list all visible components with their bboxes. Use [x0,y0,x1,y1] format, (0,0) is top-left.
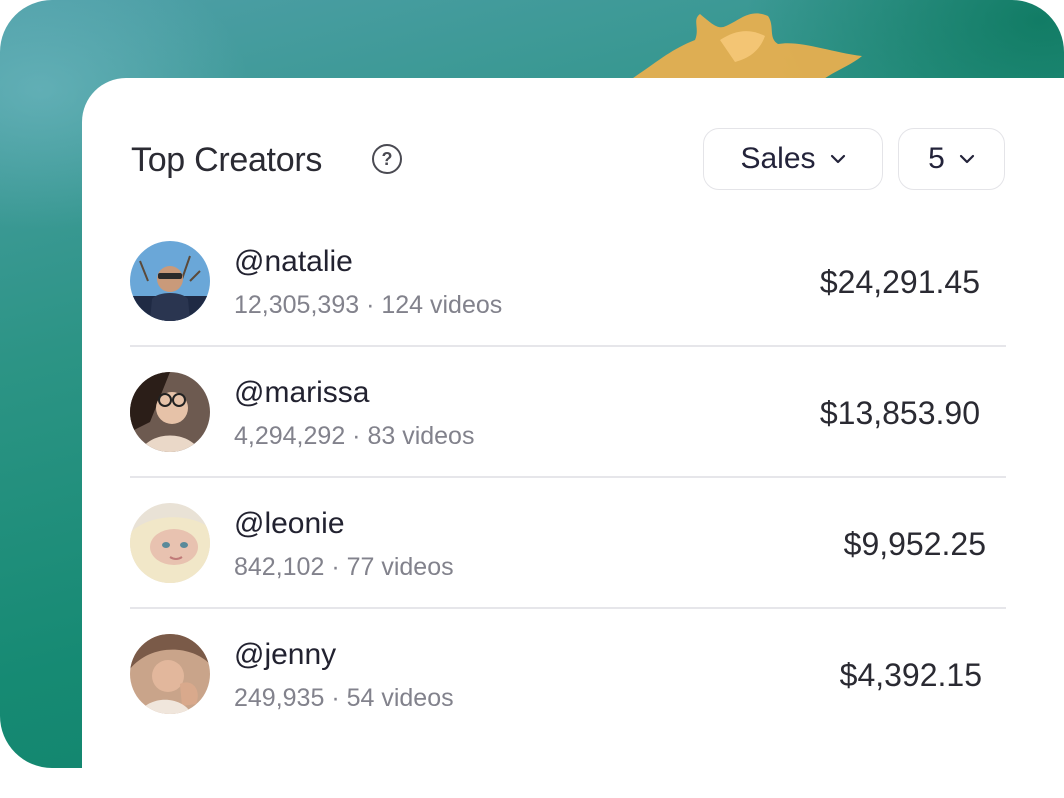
creator-stats: 4,294,292 · 83 videos [234,420,474,452]
creator-row[interactable]: @natalie 12,305,393 · 124 videos $24,291… [130,218,1006,348]
creator-handle[interactable]: @jenny [234,637,336,673]
card-title: Top Creators [131,141,323,179]
separator: · [324,684,347,712]
follower-count: 249,935 [234,684,325,712]
avatar [130,372,210,452]
metric-dropdown[interactable]: Sales [703,128,883,190]
creator-handle[interactable]: @marissa [234,375,369,411]
creator-row[interactable]: @marissa 4,294,292 · 83 videos $13,853.9… [130,349,1006,479]
question-circle-icon[interactable]: ? [372,144,402,174]
sales-amount: $13,853.90 [819,395,980,431]
follower-count: 4,294,292 [234,422,346,450]
chevron-down-icon [959,154,974,164]
creator-stats: 12,305,393 · 124 videos [234,289,502,321]
row-divider [130,607,1006,609]
row-divider [130,345,1006,347]
count-dropdown-value: 5 [928,142,945,175]
follower-count: 842,102 [234,553,325,581]
creator-stats: 842,102 · 77 videos [234,551,454,583]
metric-dropdown-value: Sales [740,142,816,175]
creator-row[interactable]: @jenny 249,935 · 54 videos $4,392.15 [130,611,1006,741]
video-count: 77 videos [346,553,454,581]
follower-count: 12,305,393 [234,291,360,319]
row-divider [130,476,1006,478]
sales-amount: $9,952.25 [843,526,986,562]
creator-stats: 249,935 · 54 videos [234,682,454,714]
video-count: 83 videos [367,422,475,450]
top-creators-card: Top Creators ? Sales 5 @natalie 12,305,3… [82,78,1064,798]
sales-amount: $24,291.45 [819,264,980,300]
separator: · [345,422,368,450]
paint-splash-decoration [630,13,862,82]
video-count: 124 videos [381,291,503,319]
avatar [130,241,210,321]
creator-row[interactable]: @leonie 842,102 · 77 videos $9,952.25 [130,480,1006,610]
chevron-down-icon [830,154,845,164]
creator-handle[interactable]: @leonie [234,506,345,542]
video-count: 54 videos [346,684,454,712]
separator: · [359,291,382,319]
avatar [130,634,210,714]
separator: · [324,553,347,581]
avatar [130,503,210,583]
count-dropdown[interactable]: 5 [898,128,1005,190]
sales-amount: $4,392.15 [839,657,982,693]
creator-handle[interactable]: @natalie [234,244,353,280]
